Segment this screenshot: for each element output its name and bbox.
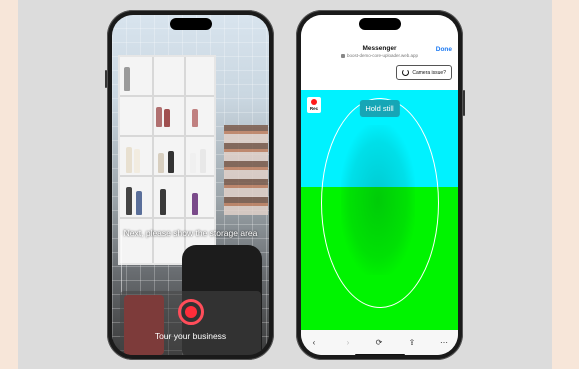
url-bar[interactable]: boost-demo-core-uploader.web.app (301, 53, 458, 58)
browser-screen: Messenger boost-demo-core-uploader.web.a… (301, 15, 458, 355)
phone-business-tour: Next, please show the storage area Tour … (105, 10, 274, 360)
face-guide-oval (321, 98, 439, 308)
record-button[interactable] (177, 299, 204, 325)
instruction-caption: Next, please show the storage area (123, 228, 258, 238)
phone-face-capture: Messenger boost-demo-core-uploader.web.a… (296, 10, 465, 360)
home-indicator (354, 354, 405, 355)
sheet-label: Tour your business (154, 331, 227, 341)
hold-still-hint: Hold still (359, 100, 400, 117)
url-text: boost-demo-core-uploader.web.app (346, 53, 419, 58)
power-button (463, 90, 465, 116)
product-rack (224, 125, 268, 215)
background-panel (18, 0, 552, 369)
focus-indicator (112, 235, 122, 295)
volume-button (105, 70, 107, 88)
camera-viewfinder: Next, please show the storage area Tour … (112, 15, 269, 355)
forward-arrow-icon[interactable]: › (343, 338, 353, 347)
rec-label: Rec (309, 106, 319, 111)
record-dot-icon (184, 306, 197, 318)
share-icon[interactable]: ⇪ (407, 338, 417, 347)
camera-issue-button[interactable]: Camera issue? (396, 65, 452, 80)
dynamic-island (169, 18, 212, 30)
record-sheet: Tour your business (120, 291, 261, 355)
rec-indicator: Rec (307, 97, 321, 113)
rec-dot-icon (311, 99, 317, 105)
more-icon[interactable]: ⋯ (439, 338, 449, 347)
dynamic-island (358, 18, 401, 30)
app-title: Messenger (362, 45, 397, 52)
browser-toolbar: ‹ › ⟳ ⇪ ⋯ (301, 330, 458, 355)
refresh-icon (402, 69, 410, 76)
camera-issue-label: Camera issue? (412, 69, 446, 76)
back-arrow-icon[interactable]: ‹ (309, 338, 319, 347)
refresh-icon[interactable]: ⟳ (374, 338, 384, 347)
done-button[interactable]: Done (436, 46, 452, 53)
lock-icon (340, 53, 345, 58)
